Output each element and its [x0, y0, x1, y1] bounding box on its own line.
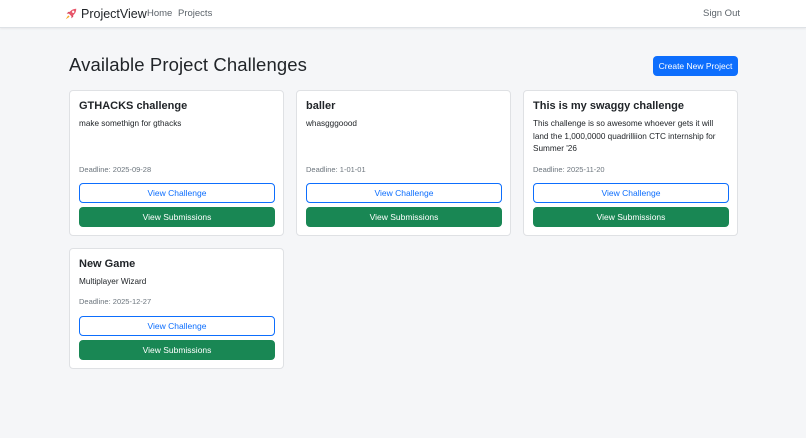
challenge-card: GTHACKS challenge make somethign for gth…	[69, 90, 284, 236]
view-challenge-button[interactable]: View Challenge	[79, 316, 275, 336]
create-new-project-button[interactable]: Create New Project	[653, 56, 738, 76]
challenge-title: This is my swaggy challenge	[533, 100, 684, 112]
view-submissions-button[interactable]: View Submissions	[79, 207, 275, 227]
challenge-card: baller whasgggoood Deadline: 1-01-01 Vie…	[296, 90, 511, 236]
brand-name: ProjectView	[81, 7, 147, 21]
view-submissions-button[interactable]: View Submissions	[306, 207, 502, 227]
view-submissions-button[interactable]: View Submissions	[533, 207, 729, 227]
challenge-title: New Game	[79, 258, 136, 270]
view-submissions-button[interactable]: View Submissions	[79, 340, 275, 360]
challenge-title: baller	[306, 100, 336, 112]
challenge-card: This is my swaggy challenge This challen…	[523, 90, 738, 236]
nav-link-home[interactable]: Home	[147, 8, 172, 19]
rocket-icon	[65, 8, 77, 20]
brand-link[interactable]: ProjectView	[64, 6, 147, 22]
challenge-deadline: Deadline: 2025-09-28	[79, 165, 152, 174]
challenge-deadline: Deadline: 2025-12-27	[79, 297, 152, 306]
challenge-description: This challenge is so awesome whoever get…	[533, 119, 716, 153]
challenge-card: New Game Multiplayer Wizard Deadline: 20…	[69, 248, 284, 369]
view-challenge-button[interactable]: View Challenge	[79, 183, 275, 203]
challenge-description: make somethign for gthacks	[79, 119, 182, 128]
challenge-description: whasgggoood	[306, 119, 357, 128]
view-challenge-button[interactable]: View Challenge	[306, 183, 502, 203]
view-challenge-button[interactable]: View Challenge	[533, 183, 729, 203]
sign-out-link[interactable]: Sign Out	[703, 8, 740, 19]
challenge-deadline: Deadline: 2025-11-20	[533, 165, 605, 174]
page-title: Available Project Challenges	[69, 54, 307, 75]
challenge-description: Multiplayer Wizard	[79, 277, 147, 286]
challenge-title: GTHACKS challenge	[79, 100, 188, 112]
top-navbar: ProjectView Home Projects Sign Out	[0, 0, 806, 28]
challenge-deadline: Deadline: 1-01-01	[306, 165, 366, 174]
nav-link-projects[interactable]: Projects	[178, 8, 212, 19]
